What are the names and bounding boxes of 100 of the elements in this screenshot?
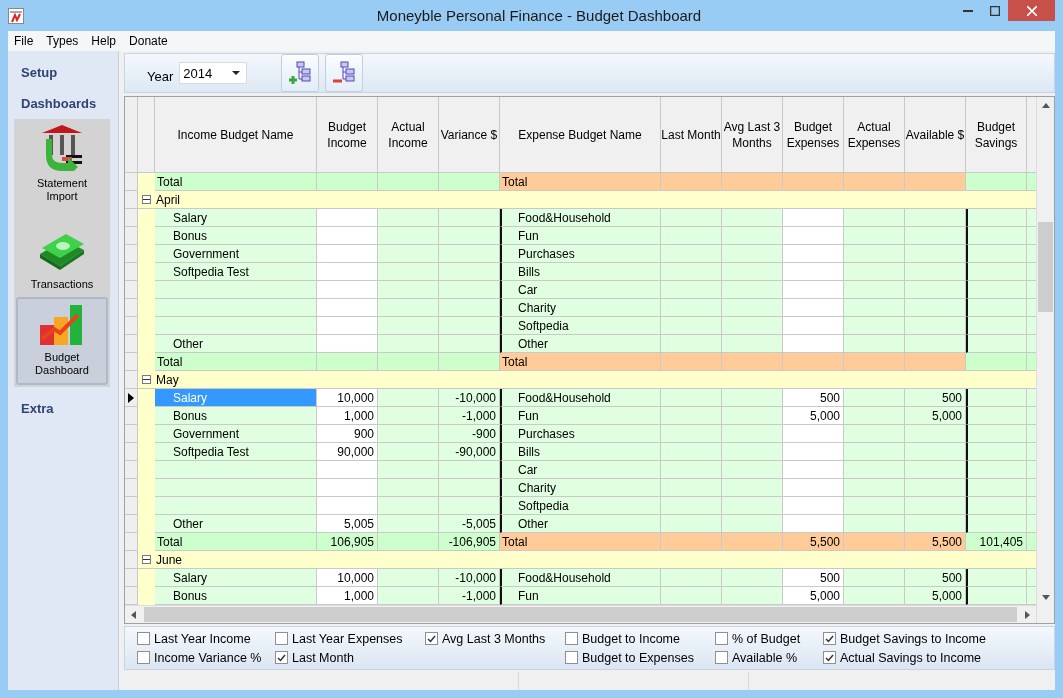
- grid-cell: [439, 461, 500, 479]
- row-header-cell[interactable]: [125, 299, 138, 317]
- grid-cell: [905, 299, 966, 317]
- menu-item[interactable]: Donate: [127, 34, 175, 48]
- scrollbar-thumb[interactable]: [144, 607, 1017, 622]
- grid-cell: [966, 407, 1027, 425]
- sidebar-item[interactable]: Transactions: [16, 209, 108, 297]
- option-checkbox[interactable]: Actual Savings to Income: [823, 648, 1023, 667]
- grid-cell: [966, 515, 1027, 533]
- grid-cell: [378, 443, 439, 461]
- grid-cell: [661, 425, 722, 443]
- row-header-cell[interactable]: [125, 281, 138, 299]
- grid-cell: [1027, 227, 1036, 245]
- close-button[interactable]: [1008, 0, 1055, 21]
- option-checkbox[interactable]: % of Budget: [715, 629, 823, 648]
- row-header-cell[interactable]: [125, 353, 138, 371]
- row-label: Other: [500, 515, 661, 533]
- grid-cell: [378, 425, 439, 443]
- option-checkbox[interactable]: Last Month: [275, 648, 425, 667]
- menu-item[interactable]: Types: [44, 34, 86, 48]
- grid-cell: [905, 245, 966, 263]
- grid-cell: [844, 281, 905, 299]
- row-header-cell[interactable]: [125, 479, 138, 497]
- row-label: Total: [500, 173, 661, 191]
- row-header-cell[interactable]: [125, 533, 138, 551]
- grid-cell: [439, 227, 500, 245]
- option-checkbox[interactable]: Budget Savings to Income: [823, 629, 1023, 648]
- column-header[interactable]: Actual Income: [378, 97, 439, 173]
- grid-cell: [844, 227, 905, 245]
- column-header[interactable]: Budget Expenses: [783, 97, 844, 173]
- grid-cell: [439, 497, 500, 515]
- row-label: Government: [155, 425, 317, 443]
- collapse-toggle[interactable]: [142, 555, 151, 564]
- row-header-cell[interactable]: [125, 335, 138, 353]
- column-header[interactable]: Avg Last 3 Months: [722, 97, 783, 173]
- row-header-cell[interactable]: [125, 587, 138, 605]
- column-header[interactable]: Last Month: [661, 97, 722, 173]
- value-cell: 101,405: [966, 533, 1027, 551]
- row-header-cell[interactable]: [125, 497, 138, 515]
- sidebar-section-title[interactable]: Setup: [8, 55, 118, 86]
- grid-cell: [966, 443, 1027, 461]
- grid-cell: [439, 299, 500, 317]
- minus-icon: [143, 556, 150, 563]
- scrollbar-thumb[interactable]: [1038, 222, 1053, 312]
- sidebar-item[interactable]: Statement Import: [16, 121, 108, 209]
- row-header-cell[interactable]: [125, 317, 138, 335]
- option-checkbox[interactable]: Budget to Income: [565, 629, 715, 648]
- row-header-cell[interactable]: [125, 515, 138, 533]
- menu-item[interactable]: File: [12, 34, 41, 48]
- remove-group-button[interactable]: [325, 54, 364, 92]
- row-header-cell[interactable]: [125, 227, 138, 245]
- grid-cell: [1027, 281, 1036, 299]
- option-checkbox[interactable]: Last Year Income: [137, 629, 275, 648]
- grid-cell: [722, 281, 783, 299]
- grid-cell: [905, 263, 966, 281]
- column-header[interactable]: Variance $: [439, 97, 500, 173]
- row-header-cell[interactable]: [125, 191, 138, 209]
- grid-cell: [661, 407, 722, 425]
- grid-cell: [661, 299, 722, 317]
- collapse-toggle[interactable]: [142, 375, 151, 384]
- option-checkbox[interactable]: Income Variance %: [137, 648, 275, 667]
- tree-plus-icon: [288, 61, 313, 85]
- collapse-toggle[interactable]: [142, 195, 151, 204]
- column-header[interactable]: Expense Budget Name: [500, 97, 661, 173]
- menu-item[interactable]: Help: [89, 34, 124, 48]
- column-header[interactable]: Actual Expenses: [844, 97, 905, 173]
- grid-cell: [905, 227, 966, 245]
- row-header-cell[interactable]: [125, 407, 138, 425]
- option-checkbox[interactable]: Budget to Expenses: [565, 648, 715, 667]
- row-header-cell[interactable]: [125, 443, 138, 461]
- row-header-cell[interactable]: [125, 371, 138, 389]
- row-header-cell[interactable]: [125, 173, 138, 191]
- row-header-cell[interactable]: [125, 461, 138, 479]
- column-header[interactable]: Available $: [905, 97, 966, 173]
- bank-arrow-icon: [40, 125, 84, 171]
- sidebar-section-title[interactable]: Dashboards: [8, 86, 118, 117]
- grid-cell: [905, 335, 966, 353]
- year-dropdown[interactable]: 2014: [179, 62, 248, 84]
- grid-cell: [317, 263, 378, 281]
- row-label: Charity: [500, 479, 661, 497]
- value-cell: 900: [317, 425, 378, 443]
- sidebar-section-title[interactable]: Extra: [8, 391, 118, 422]
- row-header-cell[interactable]: [125, 569, 138, 587]
- grid-cell: [783, 245, 844, 263]
- column-header[interactable]: Budget Savings: [966, 97, 1027, 173]
- grid-cell: [661, 335, 722, 353]
- option-checkbox[interactable]: Last Year Expenses: [275, 629, 425, 648]
- option-checkbox[interactable]: Available %: [715, 648, 823, 667]
- column-header[interactable]: Income Budget Name: [155, 97, 317, 173]
- row-header-cell[interactable]: [125, 551, 138, 569]
- value-cell: -10,000: [439, 389, 500, 407]
- row-header-cell[interactable]: [125, 209, 138, 227]
- row-header-cell[interactable]: [125, 425, 138, 443]
- row-header-cell[interactable]: [125, 389, 138, 407]
- option-checkbox[interactable]: Avg Last 3 Months: [425, 629, 565, 648]
- sidebar-item[interactable]: Budget Dashboard: [16, 297, 108, 385]
- column-header[interactable]: Budget Income: [317, 97, 378, 173]
- add-group-button[interactable]: [281, 54, 320, 92]
- row-header-cell[interactable]: [125, 245, 138, 263]
- row-header-cell[interactable]: [125, 263, 138, 281]
